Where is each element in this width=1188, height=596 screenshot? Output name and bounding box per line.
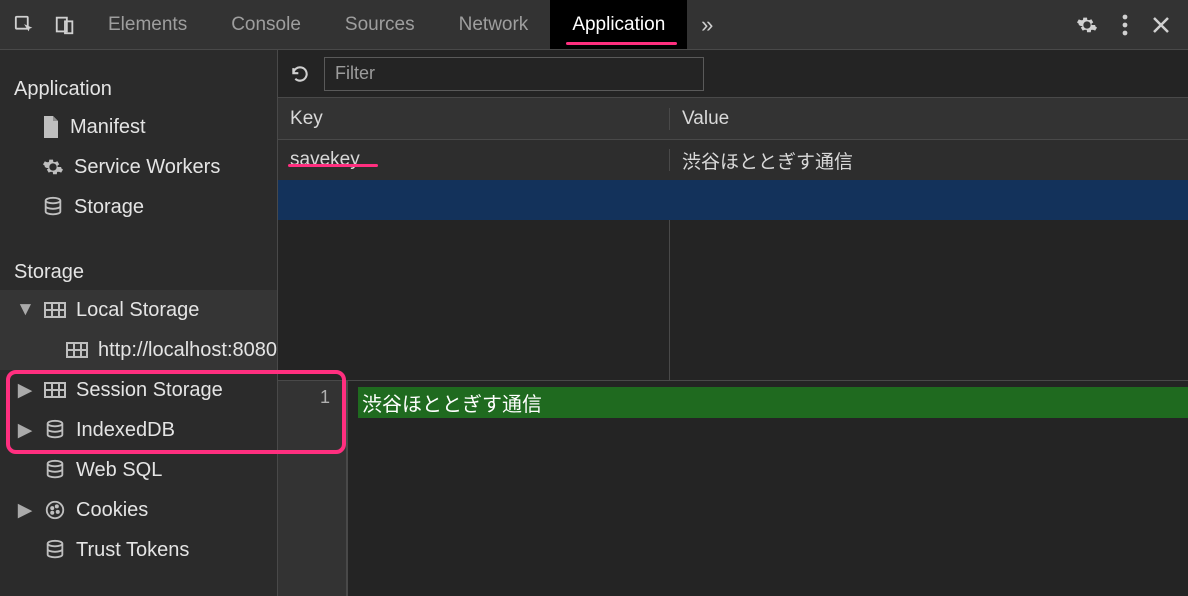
db-icon bbox=[42, 196, 64, 218]
db-icon bbox=[44, 419, 66, 441]
devtools-tabs: Elements Console Sources Network Applica… bbox=[86, 0, 727, 49]
column-key[interactable]: Key bbox=[278, 108, 670, 130]
section-application-title: Application bbox=[0, 60, 277, 107]
db-icon bbox=[44, 459, 66, 481]
column-value[interactable]: Value bbox=[670, 108, 1188, 130]
storage-table: Key Value savekey 渋谷ほととぎす通信 bbox=[278, 98, 1188, 381]
sidebar-item-label: Cookies bbox=[76, 499, 148, 522]
sidebar-item-local-storage-origin[interactable]: http://localhost:8080 bbox=[0, 330, 277, 370]
sidebar-item-label: Trust Tokens bbox=[76, 539, 189, 562]
tab-sources[interactable]: Sources bbox=[323, 0, 437, 49]
table-empty-area[interactable] bbox=[278, 220, 1188, 380]
sidebar-item-service-workers[interactable]: Service Workers bbox=[0, 147, 277, 187]
tab-elements[interactable]: Elements bbox=[86, 0, 209, 49]
devtools-topbar: Elements Console Sources Network Applica… bbox=[0, 0, 1188, 50]
sidebar-item-indexeddb[interactable]: ▶ IndexedDB bbox=[0, 410, 277, 450]
gear-icon[interactable] bbox=[1076, 14, 1098, 36]
cell-key[interactable]: savekey bbox=[278, 149, 670, 171]
application-sidebar: Application Manifest Service Workers Sto… bbox=[0, 50, 278, 596]
cell-value[interactable]: 渋谷ほととぎす通信 bbox=[670, 147, 1188, 174]
line-number: 1 bbox=[278, 381, 348, 596]
chevron-down-icon: ▼ bbox=[16, 299, 34, 321]
gear-icon bbox=[42, 156, 64, 178]
filter-input[interactable] bbox=[324, 57, 704, 91]
sidebar-item-label: Session Storage bbox=[76, 379, 223, 402]
sidebar-item-cookies[interactable]: ▶ Cookies bbox=[0, 490, 277, 530]
chevron-right-icon: ▶ bbox=[16, 419, 34, 442]
value-preview: 1 渋谷ほととぎす通信 bbox=[278, 381, 1188, 596]
table-header: Key Value bbox=[278, 98, 1188, 140]
cookie-icon bbox=[44, 499, 66, 521]
sidebar-item-label: IndexedDB bbox=[76, 419, 175, 442]
sidebar-item-web-sql[interactable]: Web SQL bbox=[0, 450, 277, 490]
grid-icon bbox=[44, 302, 66, 318]
section-storage-title: Storage bbox=[0, 227, 277, 290]
close-icon[interactable] bbox=[1152, 16, 1170, 34]
inspect-icon[interactable] bbox=[14, 14, 36, 36]
preview-text: 渋谷ほととぎす通信 bbox=[358, 387, 1188, 418]
table-row-selected-empty[interactable] bbox=[278, 180, 1188, 220]
tab-console[interactable]: Console bbox=[209, 0, 323, 49]
sidebar-item-trust-tokens[interactable]: Trust Tokens bbox=[0, 530, 277, 570]
sidebar-item-local-storage[interactable]: ▼ Local Storage bbox=[0, 290, 277, 330]
device-toolbar-icon[interactable] bbox=[54, 14, 76, 36]
sidebar-item-storage[interactable]: Storage bbox=[0, 187, 277, 227]
table-row[interactable]: savekey 渋谷ほととぎす通信 bbox=[278, 140, 1188, 180]
sidebar-item-session-storage[interactable]: ▶ Session Storage bbox=[0, 370, 277, 410]
sidebar-item-label: Service Workers bbox=[74, 156, 220, 179]
chevron-right-icon: ▶ bbox=[16, 499, 34, 522]
file-icon bbox=[42, 116, 60, 138]
tab-network[interactable]: Network bbox=[437, 0, 551, 49]
grid-icon bbox=[44, 382, 66, 398]
tab-application[interactable]: Application bbox=[550, 0, 687, 49]
sidebar-item-label: Manifest bbox=[70, 116, 146, 139]
db-icon bbox=[44, 539, 66, 561]
refresh-icon[interactable] bbox=[290, 64, 310, 84]
storage-toolbar bbox=[278, 50, 1188, 98]
more-tabs-icon[interactable]: » bbox=[687, 0, 727, 49]
chevron-right-icon: ▶ bbox=[16, 379, 34, 402]
preview-line[interactable]: 渋谷ほととぎす通信 bbox=[348, 381, 1188, 596]
kebab-icon[interactable] bbox=[1122, 14, 1128, 36]
sidebar-item-manifest[interactable]: Manifest bbox=[0, 107, 277, 147]
sidebar-item-label: Storage bbox=[74, 196, 144, 219]
storage-content: Key Value savekey 渋谷ほととぎす通信 1 渋谷ほととぎす通信 bbox=[278, 50, 1188, 596]
grid-icon bbox=[66, 342, 88, 358]
sidebar-item-label: http://localhost:8080 bbox=[98, 339, 277, 362]
sidebar-item-label: Local Storage bbox=[76, 299, 199, 322]
sidebar-item-label: Web SQL bbox=[76, 459, 162, 482]
